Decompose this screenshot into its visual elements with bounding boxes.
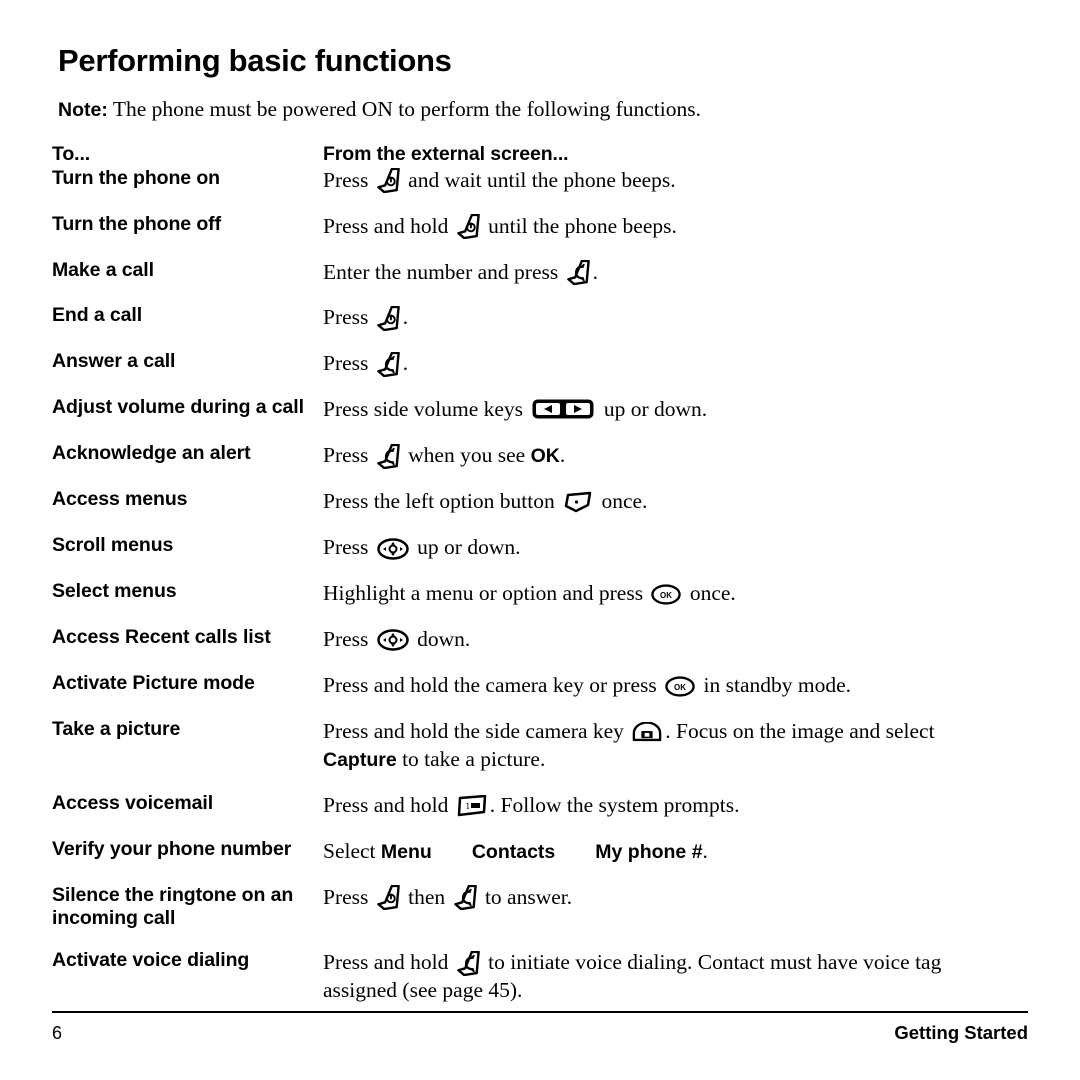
row-label: Activate Picture mode — [52, 671, 255, 694]
page-footer: 6 Getting Started — [52, 1022, 1028, 1044]
note-text: The phone must be powered ON to perform … — [112, 97, 701, 122]
row-description: Press side volume keys up or down. — [323, 397, 708, 422]
ok-key-icon: OK — [665, 676, 695, 697]
row-description: Press and hold 1. Follow the system prom… — [323, 792, 740, 818]
row-label: Answer a call — [52, 350, 176, 373]
table-row: Take a picture Press and hold the side ca… — [52, 718, 1002, 792]
power-end-key-icon — [376, 305, 400, 331]
row-description: Enter the number and press . — [323, 259, 598, 285]
emphasized-term: Contacts — [471, 840, 556, 863]
row-description: Press up or down. — [323, 535, 521, 560]
footer-divider — [52, 1011, 1028, 1013]
row-label: Adjust volume during a call — [52, 396, 304, 419]
row-label: Access menus — [52, 488, 188, 511]
table-row: Access menus Press the left option button… — [52, 488, 1002, 534]
row-label: Silence the ringtone on an incoming call — [52, 883, 294, 930]
row-label: Access voicemail — [52, 791, 214, 814]
voicemail-one-key-icon: 1 — [457, 794, 487, 818]
row-label: Take a picture — [52, 717, 181, 740]
emphasized-term: Menu — [380, 840, 432, 863]
power-end-key-icon — [376, 885, 400, 911]
row-label: End a call — [52, 304, 143, 327]
navigation-key-icon — [377, 537, 409, 560]
svg-text:OK: OK — [674, 682, 686, 691]
note-line: Note: The phone must be powered ON to pe… — [58, 97, 1002, 123]
row-description: Press when you see OK. — [323, 443, 566, 469]
emphasized-term: My phone # — [595, 840, 703, 863]
row-label: Access Recent calls list — [52, 626, 271, 649]
table-row: Access Recent calls list Press down. — [52, 626, 1002, 672]
table-row: Select menus Highlight a menu or option a… — [52, 580, 1002, 626]
row-label: Scroll menus — [52, 534, 174, 557]
row-description: Highlight a menu or option and press OK … — [323, 581, 736, 606]
page-title: Performing basic functions — [58, 43, 452, 78]
row-label: Verify your phone number — [52, 837, 292, 860]
row-description: Press and hold until the phone beeps. — [323, 213, 677, 240]
side-camera-key-icon — [632, 721, 662, 742]
column-header-to: To... — [52, 142, 91, 165]
table-row: Silence the ringtone on an incoming call… — [52, 884, 1002, 950]
table-row: Acknowledge an alert Press when you see O… — [52, 442, 1002, 488]
table-row: Activate Picture mode Press and hold the … — [52, 672, 1002, 718]
table-row: Adjust volume during a call Press side vo… — [52, 396, 1002, 442]
send-talk-key-icon — [453, 885, 477, 911]
note-label: Note: — [58, 99, 108, 122]
send-talk-key-icon — [376, 443, 400, 469]
footer-page-number: 6 — [52, 1023, 63, 1043]
power-end-key-icon — [456, 214, 480, 240]
row-label: Turn the phone off — [52, 212, 221, 235]
side-volume-keys-icon — [531, 398, 595, 420]
svg-text:1: 1 — [465, 801, 470, 811]
table-row: Verify your phone number Select Menu Conta… — [52, 838, 1002, 884]
table-row: Scroll menus Press up or down. — [52, 534, 1002, 580]
column-header-from-external-screen: From the external screen... — [323, 142, 569, 165]
navigation-key-icon — [377, 629, 409, 652]
table-row: Make a call Enter the number and press . — [52, 259, 1002, 305]
table-row: Answer a call Press . — [52, 350, 1002, 396]
svg-text:OK: OK — [660, 591, 672, 600]
table-row: End a call Press . — [52, 304, 1002, 350]
row-description: Press and hold the camera key or press O… — [323, 672, 851, 697]
row-label: Acknowledge an alert — [52, 442, 251, 465]
send-talk-key-icon — [456, 950, 480, 976]
row-description: Press . — [323, 351, 409, 377]
row-label: Turn the phone on — [52, 166, 220, 189]
row-description: Press down. — [323, 627, 471, 652]
row-description: Press . — [323, 305, 409, 331]
row-description: Press and wait until the phone beeps. — [323, 167, 676, 194]
power-end-key-icon — [376, 168, 400, 194]
row-description: Press and hold the side camera key . Foc… — [323, 718, 935, 771]
emphasized-term: OK — [530, 445, 560, 468]
row-description: Select Menu Contacts My phone #. — [323, 838, 708, 863]
emphasized-term: Capture — [323, 748, 397, 771]
basic-functions-table: To... From the external screen... Turn t… — [52, 143, 1002, 1023]
send-talk-key-icon — [376, 351, 400, 377]
table-header-row: To... From the external screen... — [52, 143, 1002, 167]
table-body: To... From the external screen... Turn t… — [52, 143, 1002, 1023]
row-label: Make a call — [52, 258, 154, 281]
table-row: Turn the phone on Press and wait until th… — [52, 167, 1002, 213]
row-label: Select menus — [52, 580, 177, 603]
manual-page: Performing basic functions Note: The pho… — [0, 0, 1080, 1080]
row-description: Press then to answer. — [323, 884, 573, 911]
left-option-softkey-icon — [563, 491, 593, 513]
table-row: Turn the phone off Press and hold until t… — [52, 213, 1002, 259]
table-row: Access voicemail Press and hold 1. Follow… — [52, 792, 1002, 838]
ok-key-icon: OK — [651, 584, 682, 605]
send-talk-key-icon — [566, 259, 590, 285]
row-description: Press the left option button once. — [323, 489, 648, 514]
footer-section-name: Getting Started — [894, 1022, 1028, 1043]
